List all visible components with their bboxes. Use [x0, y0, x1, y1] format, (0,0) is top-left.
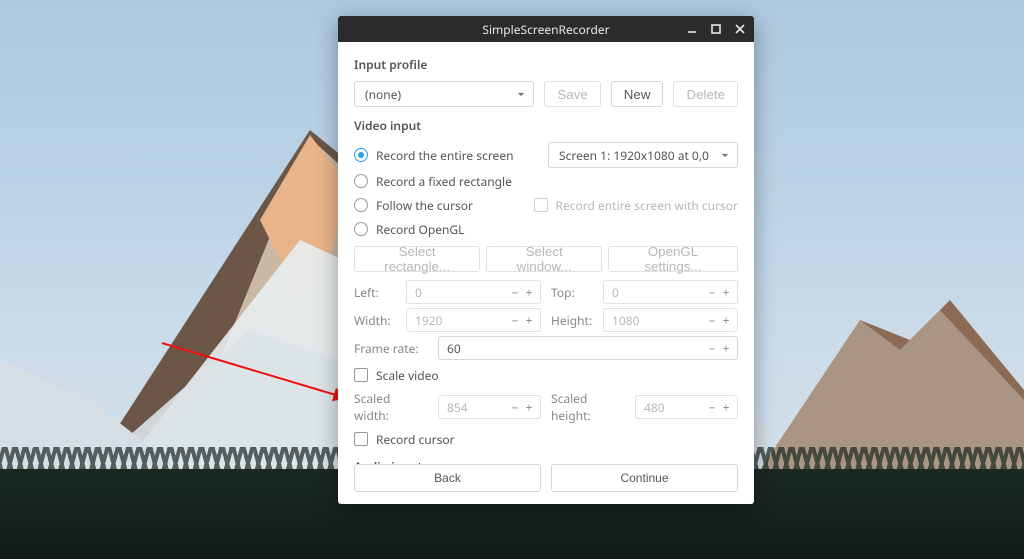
save-button[interactable]: Save: [544, 81, 600, 107]
close-icon[interactable]: [732, 21, 748, 37]
plus-icon: +: [721, 312, 731, 329]
radio-follow-cursor[interactable]: Follow the cursor: [354, 194, 473, 216]
scaled-width-label: Scaled width:: [354, 390, 428, 424]
scaled-width-value: 854: [439, 399, 504, 416]
radio-follow-cursor-label: Follow the cursor: [376, 197, 473, 214]
app-window: SimpleScreenRecorder Input profile (none…: [338, 16, 754, 504]
input-profile-value: (none): [365, 86, 401, 103]
plus-icon: +: [524, 399, 534, 416]
chevron-down-icon: [517, 86, 525, 103]
delete-button[interactable]: Delete: [673, 81, 738, 107]
check-scale-video[interactable]: Scale video: [354, 364, 738, 386]
select-rectangle-button: Select rectangle...: [354, 246, 480, 272]
top-value: 0: [604, 284, 701, 301]
radio-fixed-rectangle[interactable]: Record a fixed rectangle: [354, 170, 738, 192]
left-spinner: 0 −+: [406, 280, 541, 304]
video-input-heading: Video input: [354, 117, 738, 134]
minus-icon[interactable]: −: [707, 340, 717, 357]
minus-icon: −: [510, 284, 520, 301]
top-spinner: 0 −+: [603, 280, 738, 304]
framerate-label: Frame rate:: [354, 340, 428, 357]
plus-icon[interactable]: +: [721, 340, 731, 357]
titlebar: SimpleScreenRecorder: [338, 16, 754, 42]
screen-select-value: Screen 1: 1920x1080 at 0,0: [559, 147, 709, 164]
radio-record-opengl[interactable]: Record OpenGL: [354, 218, 738, 240]
left-value: 0: [407, 284, 504, 301]
new-button[interactable]: New: [611, 81, 664, 107]
left-label: Left:: [354, 284, 396, 301]
check-scale-video-label: Scale video: [376, 367, 439, 384]
radio-record-entire[interactable]: Record the entire screen: [354, 144, 514, 166]
radio-record-opengl-label: Record OpenGL: [376, 221, 464, 238]
continue-button[interactable]: Continue: [551, 464, 738, 492]
radio-record-entire-label: Record the entire screen: [376, 147, 514, 164]
plus-icon: +: [524, 312, 534, 329]
height-spinner: 1080 −+: [603, 308, 738, 332]
framerate-value: 60: [439, 340, 701, 357]
scaled-height-value: 480: [636, 399, 701, 416]
plus-icon: +: [524, 284, 534, 301]
opengl-settings-button: OpenGL settings...: [608, 246, 738, 272]
screen-select[interactable]: Screen 1: 1920x1080 at 0,0: [548, 142, 738, 168]
check-record-cursor-label: Record cursor: [376, 431, 455, 448]
height-value: 1080: [604, 312, 701, 329]
back-button[interactable]: Back: [354, 464, 541, 492]
radio-fixed-rectangle-label: Record a fixed rectangle: [376, 173, 512, 190]
plus-icon: +: [721, 284, 731, 301]
check-entire-with-cursor-label: Record entire screen with cursor: [556, 197, 738, 214]
minimize-icon[interactable]: [684, 21, 700, 37]
plus-icon: +: [721, 399, 731, 416]
check-record-cursor[interactable]: Record cursor: [354, 428, 738, 450]
minus-icon: −: [707, 284, 717, 301]
minus-icon: −: [510, 312, 520, 329]
scaled-width-spinner: 854 −+: [438, 395, 541, 419]
input-profile-heading: Input profile: [354, 56, 738, 73]
maximize-icon[interactable]: [708, 21, 724, 37]
window-title: SimpleScreenRecorder: [482, 21, 609, 38]
select-window-button: Select window...: [486, 246, 602, 272]
scaled-height-spinner: 480 −+: [635, 395, 738, 419]
window-content: Input profile (none) Save New Delete Vid…: [338, 42, 754, 464]
minus-icon: −: [510, 399, 520, 416]
desktop: SimpleScreenRecorder Input profile (none…: [0, 0, 1024, 559]
check-entire-with-cursor: Record entire screen with cursor: [534, 194, 738, 216]
chevron-down-icon: [721, 147, 729, 164]
scaled-height-label: Scaled height:: [551, 390, 625, 424]
top-label: Top:: [551, 284, 593, 301]
width-value: 1920: [407, 312, 504, 329]
width-label: Width:: [354, 312, 396, 329]
input-profile-select[interactable]: (none): [354, 81, 534, 107]
minus-icon: −: [707, 312, 717, 329]
height-label: Height:: [551, 312, 593, 329]
minus-icon: −: [707, 399, 717, 416]
framerate-spinner[interactable]: 60 −+: [438, 336, 738, 360]
width-spinner: 1920 −+: [406, 308, 541, 332]
